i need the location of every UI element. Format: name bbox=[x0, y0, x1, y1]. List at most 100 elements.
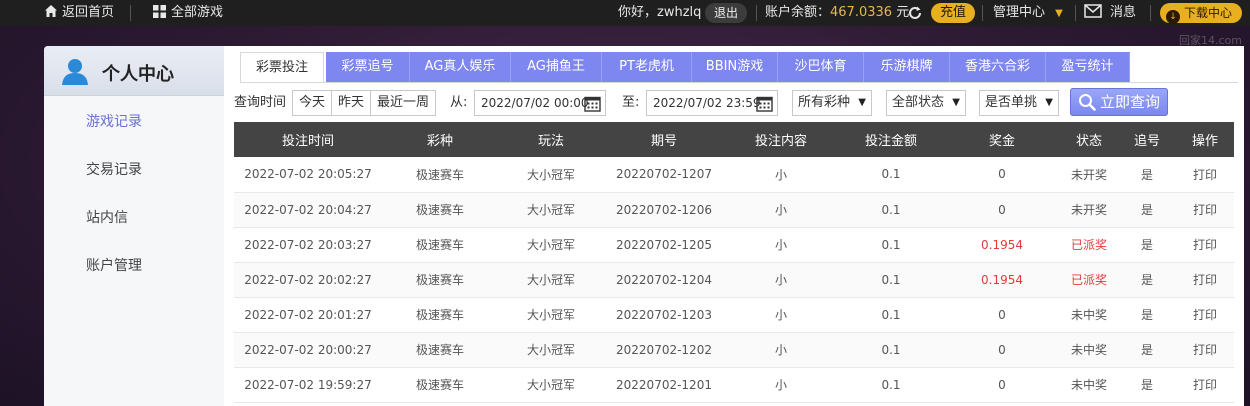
tab-ag-live[interactable]: AG真人娱乐 bbox=[410, 52, 511, 82]
bet-time: 2022-07-02 20:00:27 bbox=[234, 332, 382, 368]
sidebar-header: 个人中心 bbox=[44, 46, 224, 96]
tab-profit-stats[interactable]: 盈亏统计 bbox=[1046, 52, 1130, 82]
range-last-week-button[interactable]: 最近一周 bbox=[371, 91, 435, 115]
chase-flag: 是 bbox=[1118, 367, 1176, 403]
status: 未开奖 bbox=[1060, 192, 1118, 228]
play-type: 大小冠军 bbox=[498, 262, 604, 298]
sidebar-item-game-records[interactable]: 游戏记录 bbox=[44, 98, 224, 146]
bet-time: 2022-07-02 20:01:27 bbox=[234, 297, 382, 333]
to-label: 至: bbox=[622, 95, 640, 110]
balance: 账户余额：467.0336 元 bbox=[765, 0, 909, 26]
messages-label: 消息 bbox=[1110, 5, 1137, 20]
balance-label: 账户余额： bbox=[765, 5, 831, 20]
play-type: 大小冠军 bbox=[498, 297, 604, 333]
lottery-type: 极速赛车 bbox=[382, 227, 498, 263]
to-date-input[interactable]: 2022/07/02 23:59 bbox=[646, 90, 778, 116]
bet-amount: 0.1 bbox=[838, 262, 944, 298]
issue-number: 20220702-1202 bbox=[604, 332, 724, 368]
all-games-link[interactable]: 全部游戏 bbox=[153, 0, 223, 26]
play-type: 大小冠军 bbox=[498, 192, 604, 228]
bet-time: 2022-07-02 20:02:27 bbox=[234, 262, 382, 298]
tab-lottery-chase[interactable]: 彩票追号 bbox=[326, 52, 410, 82]
print-link[interactable]: 打印 bbox=[1176, 262, 1234, 298]
main-panel: 彩票投注 彩票追号 AG真人娱乐 AG捕鱼王 PT老虎机 BBIN游戏 沙巴体育… bbox=[224, 46, 1244, 406]
column-header: 玩法 bbox=[498, 122, 604, 157]
chase-flag: 是 bbox=[1118, 332, 1176, 368]
lottery-type: 极速赛车 bbox=[382, 192, 498, 228]
print-link[interactable]: 打印 bbox=[1176, 157, 1234, 193]
issue-number: 20220702-1206 bbox=[604, 192, 724, 228]
sidebar-item-inbox[interactable]: 站内信 bbox=[44, 194, 224, 242]
messages-link[interactable]: 消息 bbox=[1084, 0, 1136, 26]
lottery-type: 极速赛车 bbox=[382, 262, 498, 298]
tab-leyou-chess[interactable]: 乐游棋牌 bbox=[864, 52, 950, 82]
search-icon bbox=[1079, 94, 1096, 111]
calendar-icon[interactable] bbox=[756, 95, 773, 112]
lottery-type: 极速赛车 bbox=[382, 297, 498, 333]
issue-number: 20220702-1205 bbox=[604, 227, 724, 263]
status: 未中奖 bbox=[1060, 297, 1118, 333]
table-row: 2022-07-02 20:01:27 极速赛车 大小冠军 20220702-1… bbox=[234, 297, 1234, 333]
range-yesterday-button[interactable]: 昨天 bbox=[332, 91, 372, 115]
bet-content: 小 bbox=[724, 367, 838, 403]
tab-ag-fishing[interactable]: AG捕鱼王 bbox=[511, 52, 602, 82]
prize: 0 bbox=[944, 157, 1060, 193]
download-label: 下载中心 bbox=[1184, 6, 1233, 20]
download-center-button[interactable]: ↓ 下载中心 bbox=[1160, 3, 1243, 24]
tab-pt-slots[interactable]: PT老虎机 bbox=[602, 52, 692, 82]
chevron-down-icon: ▼ bbox=[1045, 97, 1053, 108]
top-bar: 返回首页 全部游戏 你好，zwhzlq 退出 账户余额：467.0336 元 充… bbox=[0, 0, 1250, 26]
bet-amount: 0.1 bbox=[838, 157, 944, 193]
home-label: 返回首页 bbox=[62, 5, 115, 20]
bet-time: 2022-07-02 19:59:27 bbox=[234, 367, 382, 403]
range-today-button[interactable]: 今天 bbox=[293, 91, 333, 115]
recharge-button[interactable]: 充值 bbox=[931, 3, 976, 23]
admin-center-label: 管理中心 bbox=[993, 5, 1046, 20]
logout-button[interactable]: 退出 bbox=[705, 3, 748, 23]
bet-content: 小 bbox=[724, 227, 838, 263]
status: 未中奖 bbox=[1060, 332, 1118, 368]
query-button[interactable]: 立即查询 bbox=[1070, 88, 1168, 116]
quick-range-group: 今天 昨天 最近一周 bbox=[292, 90, 437, 116]
table-row: 2022-07-02 20:03:27 极速赛车 大小冠军 20220702-1… bbox=[234, 227, 1234, 263]
column-header: 操作 bbox=[1176, 122, 1234, 157]
sidebar-item-transactions[interactable]: 交易记录 bbox=[44, 146, 224, 194]
chase-flag: 是 bbox=[1118, 227, 1176, 263]
prize: 0 bbox=[944, 192, 1060, 228]
bet-amount: 0.1 bbox=[838, 297, 944, 333]
balance-value: 467.0336 bbox=[830, 5, 893, 20]
lottery-type-value: 所有彩种 bbox=[798, 95, 851, 110]
prize: 0.1954 bbox=[944, 262, 1060, 298]
single-bet-select[interactable]: 是否单挑 ▼ bbox=[979, 90, 1059, 116]
sidebar-item-account[interactable]: 账户管理 bbox=[44, 242, 224, 290]
lottery-type-select[interactable]: 所有彩种 ▼ bbox=[792, 90, 872, 116]
chevron-down-icon: ▼ bbox=[952, 97, 960, 108]
tab-hk-mark-six[interactable]: 香港六合彩 bbox=[950, 52, 1046, 82]
tab-lottery-bets[interactable]: 彩票投注 bbox=[240, 52, 324, 82]
print-link[interactable]: 打印 bbox=[1176, 227, 1234, 263]
home-icon bbox=[45, 5, 57, 17]
bet-content: 小 bbox=[724, 297, 838, 333]
column-header: 追号 bbox=[1118, 122, 1176, 157]
calendar-icon[interactable] bbox=[584, 95, 601, 112]
column-header: 投注内容 bbox=[724, 122, 838, 157]
print-link[interactable]: 打印 bbox=[1176, 367, 1234, 403]
home-link[interactable]: 返回首页 bbox=[44, 0, 114, 26]
tab-saba-sports[interactable]: 沙巴体育 bbox=[778, 52, 864, 82]
print-link[interactable]: 打印 bbox=[1176, 192, 1234, 228]
from-date-input[interactable]: 2022/07/02 00:00 bbox=[474, 90, 606, 116]
chase-flag: 是 bbox=[1118, 157, 1176, 193]
print-link[interactable]: 打印 bbox=[1176, 297, 1234, 333]
bet-content: 小 bbox=[724, 262, 838, 298]
status: 未中奖 bbox=[1060, 367, 1118, 403]
table-row: 2022-07-02 20:02:27 极速赛车 大小冠军 20220702-1… bbox=[234, 262, 1234, 298]
status: 已派奖 bbox=[1060, 262, 1118, 298]
print-link[interactable]: 打印 bbox=[1176, 332, 1234, 368]
column-header: 投注金额 bbox=[838, 122, 944, 157]
mail-icon bbox=[1084, 4, 1102, 18]
refresh-icon[interactable] bbox=[907, 5, 923, 21]
tab-bbin[interactable]: BBIN游戏 bbox=[692, 52, 778, 82]
table-header-row: 投注时间 彩种 玩法 期号 投注内容 投注金额 奖金 状态 追号 操作 bbox=[234, 122, 1234, 157]
status-select[interactable]: 全部状态 ▼ bbox=[886, 90, 966, 116]
admin-center-menu[interactable]: 管理中心 ▼ bbox=[993, 0, 1063, 26]
